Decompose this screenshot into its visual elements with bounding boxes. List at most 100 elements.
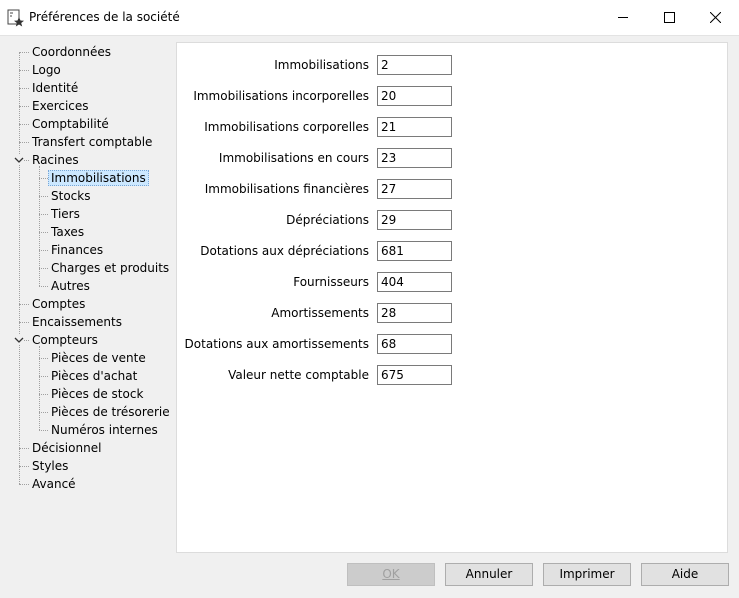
- tree-item-label: Compteurs: [32, 333, 98, 347]
- tree-item[interactable]: Logo: [32, 62, 61, 78]
- minimize-button[interactable]: [600, 0, 646, 35]
- tree-connector-line: [19, 304, 29, 305]
- tree-connector-line: [39, 178, 48, 179]
- account-root-input[interactable]: 675: [377, 365, 452, 385]
- print-button[interactable]: Imprimer: [543, 563, 631, 586]
- tree-item[interactable]: Transfert comptable: [32, 134, 152, 150]
- ok-button[interactable]: OK: [347, 563, 435, 586]
- title-bar: Préférences de la société: [0, 0, 739, 36]
- tree-connector-line: [39, 412, 48, 413]
- chevron-down-icon[interactable]: [14, 335, 24, 345]
- maximize-button[interactable]: [646, 0, 692, 35]
- tree-connector-line: [19, 52, 20, 484]
- tree-item-label: Exercices: [32, 99, 89, 113]
- tree-connector-line: [39, 394, 48, 395]
- tree-item-label: Pièces d'achat: [51, 369, 138, 383]
- tree-connector-line: [39, 286, 48, 287]
- tree-connector-line: [39, 268, 48, 269]
- tree-item-label: Identité: [32, 81, 79, 95]
- preferences-icon: [7, 9, 24, 27]
- tree-item[interactable]: Taxes: [51, 224, 84, 240]
- tree-connector-line: [19, 466, 29, 467]
- tree-item-label: Comptabilité: [32, 117, 109, 131]
- cancel-button[interactable]: Annuler: [445, 563, 533, 586]
- tree-item-label: Taxes: [51, 225, 85, 239]
- tree-connector-line: [19, 106, 29, 107]
- tree-item-label: Décisionnel: [32, 441, 102, 455]
- tree-item-label: Charges et produits: [51, 261, 170, 275]
- tree-item-label: Logo: [32, 63, 61, 77]
- tree-connector-line: [39, 430, 48, 431]
- tree-item[interactable]: Tiers: [51, 206, 80, 222]
- settings-tree: Coordonnées Logo Identité Exercices Comptabi…: [0, 36, 172, 556]
- tree-connector-line: [19, 322, 29, 323]
- chevron-down-icon[interactable]: [14, 155, 24, 165]
- tree-item[interactable]: Stocks: [51, 188, 90, 204]
- settings-panel: Immobilisations 2 Immobilisations incorpor…: [176, 42, 728, 553]
- tree-item-label: Encaissements: [32, 315, 122, 329]
- account-root-input[interactable]: 20: [377, 86, 452, 106]
- tree-item-label: Comptes: [32, 297, 86, 311]
- tree-item-label: Racines: [32, 153, 79, 167]
- tree-connector-line: [19, 484, 29, 485]
- tree-item[interactable]: Identité: [32, 80, 78, 96]
- field-label: Valeur nette comptable: [228, 368, 369, 382]
- tree-connector-line: [39, 214, 48, 215]
- tree-connector-line: [39, 250, 48, 251]
- tree-item[interactable]: Pièces de trésorerie: [51, 404, 170, 420]
- field-label: Immobilisations en cours: [218, 151, 369, 165]
- tree-item[interactable]: Coordonnées: [32, 44, 111, 60]
- tree-item[interactable]: Décisionnel: [32, 440, 101, 456]
- tree-item[interactable]: Exercices: [32, 98, 89, 114]
- help-button[interactable]: Aide: [641, 563, 729, 586]
- tree-connector-line: [39, 358, 48, 359]
- field-label: Fournisseurs: [293, 275, 369, 289]
- tree-item[interactable]: Comptes: [32, 296, 85, 312]
- help-button-label: Aide: [671, 567, 699, 581]
- tree-item[interactable]: Autres: [51, 278, 90, 294]
- tree-item[interactable]: Numéros internes: [51, 422, 158, 438]
- tree-item-label: Coordonnées: [32, 45, 111, 59]
- field-label: Immobilisations corporelles: [204, 120, 369, 134]
- tree-item[interactable]: Charges et produits: [51, 260, 169, 276]
- account-root-input[interactable]: 23: [377, 148, 452, 168]
- account-root-input[interactable]: 21: [377, 117, 452, 137]
- tree-item[interactable]: Pièces de vente: [51, 350, 146, 366]
- minimize-icon: [618, 17, 628, 18]
- account-root-input[interactable]: 27: [377, 179, 452, 199]
- close-icon: [709, 12, 721, 23]
- field-label: Amortissements: [271, 306, 369, 320]
- tree-connector-line: [19, 124, 29, 125]
- field-label: Immobilisations incorporelles: [193, 89, 369, 103]
- tree-connector-line: [19, 88, 29, 89]
- field-label: Immobilisations: [274, 58, 369, 72]
- account-root-input[interactable]: 404: [377, 272, 452, 292]
- account-root-input[interactable]: 681: [377, 241, 452, 261]
- tree-connector-line: [19, 142, 29, 143]
- tree-item[interactable]: Avancé: [32, 476, 76, 492]
- field-label: Immobilisations financières: [204, 182, 369, 196]
- print-button-label: Imprimer: [559, 567, 615, 581]
- tree-item[interactable]: Racines: [32, 152, 79, 168]
- tree-item[interactable]: Encaissements: [32, 314, 122, 330]
- tree-item[interactable]: Finances: [51, 242, 103, 258]
- tree-item[interactable]: Pièces d'achat: [51, 368, 137, 384]
- account-root-input[interactable]: 29: [377, 210, 452, 230]
- tree-item[interactable]: Comptabilité: [32, 116, 109, 132]
- account-root-input[interactable]: 68: [377, 334, 452, 354]
- tree-connector-line: [39, 376, 48, 377]
- account-root-input[interactable]: 2: [377, 55, 452, 75]
- cancel-button-label: Annuler: [465, 567, 513, 581]
- account-root-input[interactable]: 28: [377, 303, 452, 323]
- tree-item[interactable]: Compteurs: [32, 332, 98, 348]
- tree-item-label: Avancé: [32, 477, 76, 491]
- tree-item-label: Pièces de trésorerie: [51, 405, 170, 419]
- tree-item[interactable]: Styles: [32, 458, 68, 474]
- ok-button-label: OK: [382, 567, 400, 581]
- tree-item[interactable]: Pièces de stock: [51, 386, 143, 402]
- close-button[interactable]: [692, 0, 738, 35]
- tree-connector-line: [19, 52, 29, 53]
- tree-item-label: Finances: [51, 243, 104, 257]
- field-label: Dépréciations: [286, 213, 369, 227]
- tree-item[interactable]: Immobilisations: [48, 170, 149, 186]
